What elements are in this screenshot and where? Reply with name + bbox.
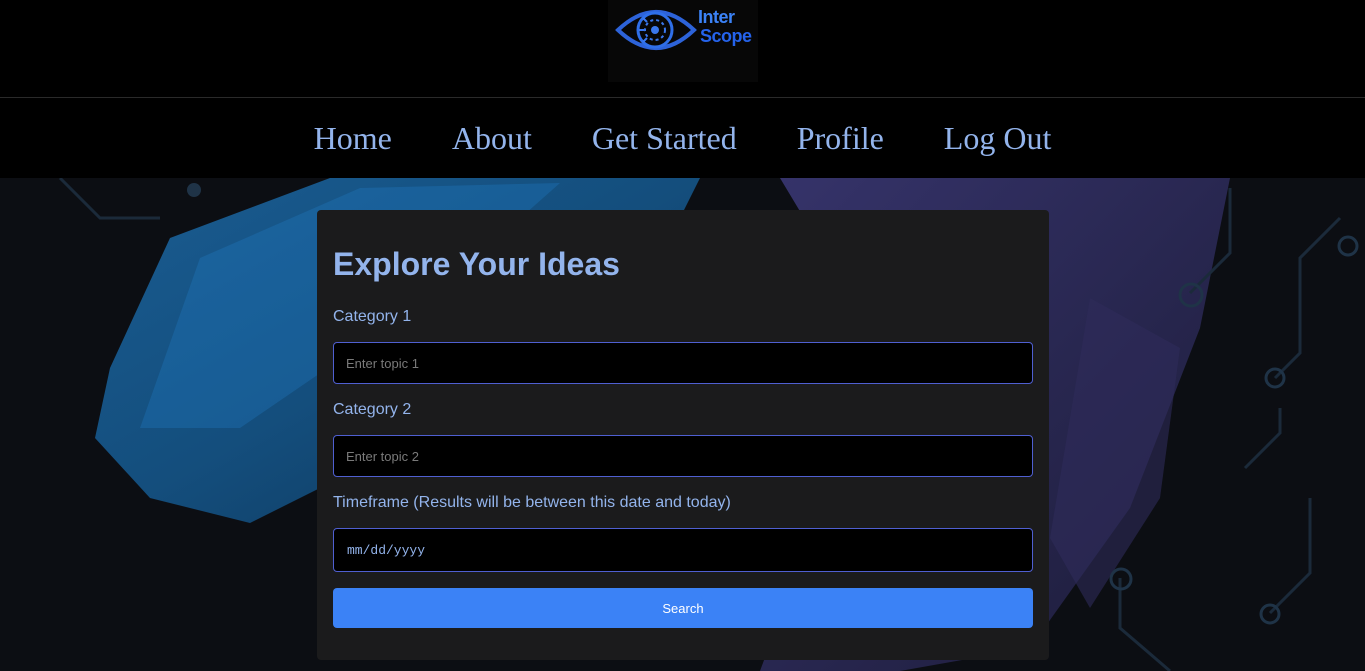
nav-get-started-link[interactable]: Get Started [592,120,737,157]
logo-text-inter: Inter [698,7,735,27]
main-nav: Home About Get Started Profile Log Out [0,99,1365,178]
category2-input[interactable] [333,435,1033,477]
explore-form-card: Explore Your Ideas Category 1 Category 2… [317,210,1049,660]
nav-log-out-link[interactable]: Log Out [944,120,1052,157]
logo-text-scope: Scope [700,26,752,46]
timeframe-label: Timeframe (Results will be between this … [333,494,731,511]
date-placeholder: mm/dd/yyyy [347,542,426,558]
site-header: Inter Scope [0,0,1365,98]
category1-label: Category 1 [333,308,412,325]
timeframe-date-input[interactable]: mm/dd/yyyy [333,528,1033,572]
logo-wordmark: Inter Scope [698,8,758,46]
interscope-logo[interactable]: Inter Scope [608,0,758,82]
nav-profile-link[interactable]: Profile [797,120,884,157]
form-title: Explore Your Ideas [333,246,620,282]
search-button[interactable]: Search [333,588,1033,628]
nav-home-link[interactable]: Home [314,120,392,157]
category2-label: Category 2 [333,401,412,418]
eye-logo-icon [615,10,697,50]
category1-input[interactable] [333,342,1033,384]
nav-about-link[interactable]: About [452,120,532,157]
